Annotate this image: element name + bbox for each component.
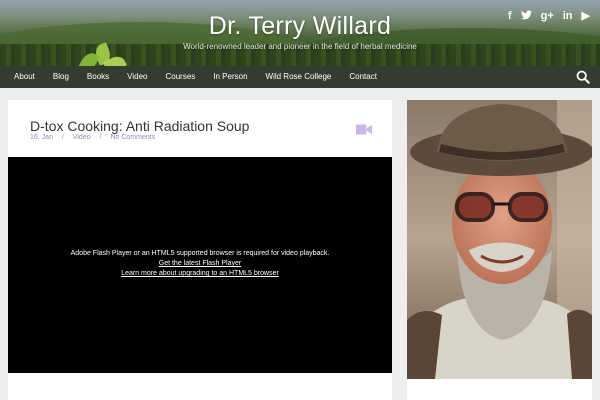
get-flash-link[interactable]: Get the latest Flash Player	[8, 259, 392, 269]
google-plus-icon[interactable]: g+	[541, 10, 554, 23]
nav-item-video[interactable]: Video	[127, 66, 147, 88]
post-meta: 16. Jan / Video / No Comments	[30, 134, 155, 141]
player-fallback-message: Adobe Flash Player or an HTML5 supported…	[8, 249, 392, 279]
post-category-link[interactable]: Video	[73, 134, 91, 141]
flash-required-text: Adobe Flash Player or an HTML5 supported…	[70, 250, 330, 257]
nav-item-courses[interactable]: Courses	[165, 66, 195, 88]
author-photo	[407, 100, 592, 379]
video-player[interactable]: Adobe Flash Player or an HTML5 supported…	[8, 157, 392, 373]
twitter-icon[interactable]	[520, 10, 532, 23]
nav-item-in-person[interactable]: In Person	[213, 66, 247, 88]
nav-menu: About Blog Books Video Courses In Person…	[14, 66, 395, 88]
post-card: D-tox Cooking: Anti Radiation Soup 16. J…	[8, 100, 392, 400]
search-icon[interactable]	[576, 70, 590, 84]
meta-separator: /	[99, 134, 102, 141]
linkedin-icon[interactable]: in	[563, 10, 573, 23]
nav-item-about[interactable]: About	[14, 66, 35, 88]
social-links: f g+ in ▶	[508, 10, 590, 23]
nav-item-blog[interactable]: Blog	[53, 66, 69, 88]
meta-separator: /	[61, 134, 64, 141]
main-navigation: About Blog Books Video Courses In Person…	[0, 66, 600, 88]
nav-item-wild-rose-college[interactable]: Wild Rose College	[266, 66, 332, 88]
post-date: 16. Jan	[30, 134, 53, 141]
sidebar	[407, 100, 592, 400]
youtube-icon[interactable]: ▶	[582, 10, 590, 23]
post-comments-link[interactable]: No Comments	[110, 134, 155, 141]
html5-upgrade-link[interactable]: Learn more about upgrading to an HTML5 b…	[8, 269, 392, 279]
nav-item-contact[interactable]: Contact	[349, 66, 377, 88]
site-header: Dr. Terry Willard World-renowned leader …	[0, 0, 600, 66]
site-tagline: World-renowned leader and pioneer in the…	[183, 42, 417, 51]
nav-item-books[interactable]: Books	[87, 66, 109, 88]
facebook-icon[interactable]: f	[508, 10, 512, 23]
video-camera-icon	[356, 124, 372, 135]
post-title[interactable]: D-tox Cooking: Anti Radiation Soup	[30, 118, 249, 134]
